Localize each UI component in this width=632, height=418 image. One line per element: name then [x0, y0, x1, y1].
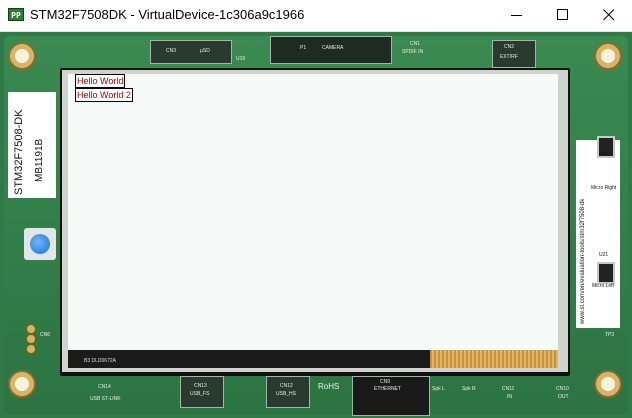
silk-cn2: CN2 — [504, 44, 515, 50]
minimize-icon — [511, 15, 522, 16]
user-button[interactable] — [24, 228, 56, 260]
pad — [26, 344, 36, 354]
window-title: STM32F7508DK - VirtualDevice-1c306a9c196… — [30, 7, 305, 22]
label-hello-world: Hello World — [75, 74, 126, 88]
silk-usb-hs: USB_HS — [276, 391, 297, 397]
silk-usb-stlink: USB ST-LINK — [90, 396, 121, 402]
silk-spdif: SPDIF IN — [402, 49, 424, 55]
silk-cn9: CN9 — [380, 379, 391, 385]
pad — [26, 334, 36, 344]
connector-ethernet — [352, 376, 430, 416]
close-button[interactable] — [586, 0, 632, 31]
board-code: MB1191B — [34, 138, 45, 182]
silk-cn12: CN12 — [280, 383, 293, 389]
silk-cn1: CN1 — [410, 41, 421, 47]
silk-ext-rf: EXT/RF — [500, 54, 518, 60]
silk-camera: CAMERA — [322, 45, 344, 51]
silk-cn13: CN13 — [194, 383, 207, 389]
silk-usb-fs: USB_FS — [190, 391, 210, 397]
pad — [26, 324, 36, 334]
silk-rohs: RoHS — [318, 382, 340, 391]
silk-spk-r: Spk R — [462, 386, 476, 392]
maximize-icon — [557, 9, 568, 20]
connector-cn3 — [150, 40, 232, 64]
silk-lcd-code: B3 DLD0672A — [84, 358, 116, 364]
silk-in: IN — [507, 394, 512, 400]
minimize-button[interactable] — [494, 0, 540, 31]
mounting-hole-bottom-right — [594, 370, 622, 398]
lcd-bottom-strip — [68, 350, 430, 368]
board-url: www.st.com/en/evaluation-tools/stm32f750… — [580, 198, 586, 324]
window-titlebar[interactable]: PP STM32F7508DK - VirtualDevice-1c306a9c… — [0, 0, 632, 32]
maximize-button[interactable] — [540, 0, 586, 31]
mounting-hole-bottom-left — [8, 370, 36, 398]
label-hello-world-2: Hello World 2 — [75, 88, 133, 102]
silk-spk-l: Spk L — [432, 386, 445, 392]
silk-cn14: CN14 — [98, 384, 111, 390]
silk-cn6: CN6 — [40, 332, 51, 338]
board-image: CN3 µSD U19 P1 CAMERA CN1 SPDIF IN CN2 E… — [0, 32, 632, 418]
silk-usd: µSD — [200, 48, 210, 54]
silk-u19: U19 — [236, 56, 246, 62]
user-button-cap — [30, 234, 50, 254]
silk-tp3: TP3 — [605, 332, 615, 338]
mounting-hole-top-left — [8, 42, 36, 70]
silk-cn10: CN10 — [556, 386, 569, 392]
silk-u20: U20 — [599, 152, 609, 158]
silk-cn11: CN11 — [502, 386, 515, 392]
app-icon: PP — [8, 8, 24, 21]
lcd-flex-cable — [430, 350, 558, 368]
silk-micro-left: Micro Left — [592, 283, 614, 289]
silk-p1: P1 — [300, 45, 307, 51]
silk-cn3: CN3 — [166, 48, 177, 54]
board-model: STM32F7508-DK — [13, 109, 25, 195]
close-icon — [603, 9, 615, 21]
mic-left — [597, 262, 615, 284]
silk-out: OUT — [558, 394, 569, 400]
mounting-hole-top-right — [594, 42, 622, 70]
silk-micro-right: Micro Right — [591, 185, 617, 191]
lcd-screen[interactable]: Hello World Hello World 2 — [68, 74, 558, 350]
silk-ethernet: ETHERNET — [374, 386, 401, 392]
silk-u21: U21 — [599, 252, 609, 258]
